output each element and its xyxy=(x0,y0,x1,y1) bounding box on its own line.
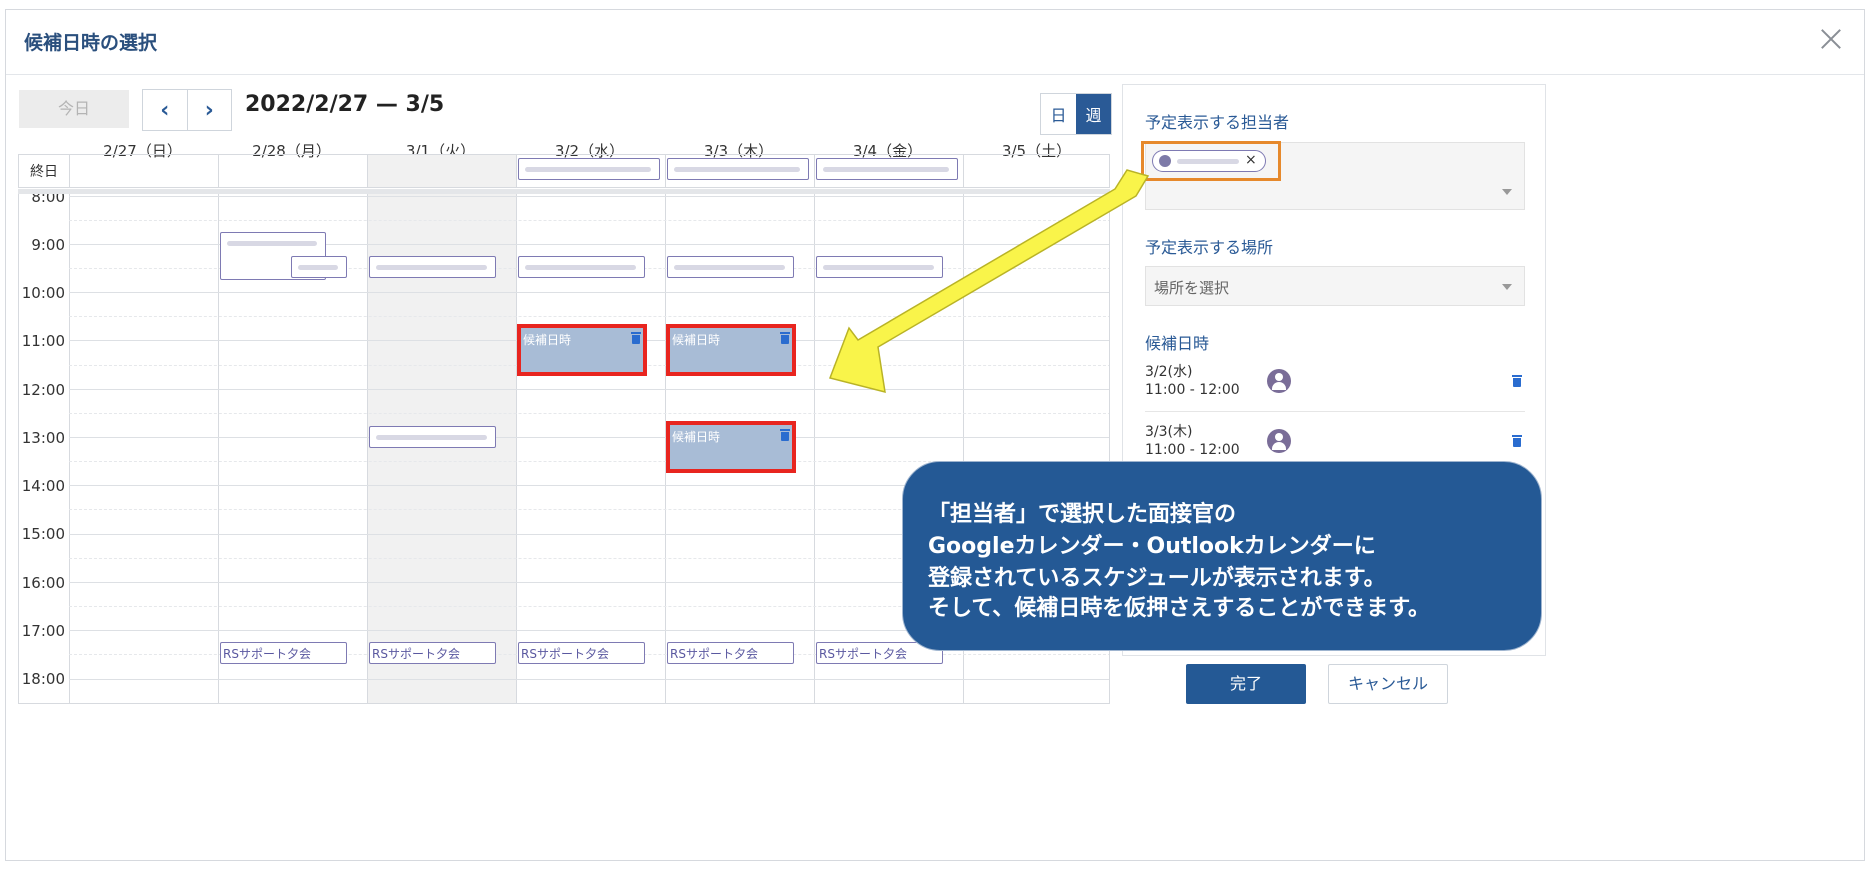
week-navigation: ‹ › xyxy=(142,89,232,131)
dialog-header: 候補日時の選択 xyxy=(6,10,1864,75)
candidate-slot[interactable]: 候補日時 xyxy=(666,421,796,473)
calendar-event[interactable]: RSサポート夕会 xyxy=(667,642,794,664)
candidate-slot[interactable]: 候補日時 xyxy=(666,324,796,376)
day-view-button[interactable]: 日 xyxy=(1041,94,1076,134)
cancel-button[interactable]: キャンセル xyxy=(1328,664,1448,704)
trash-icon[interactable] xyxy=(780,429,790,441)
candidate-item: 3/2(水) 11:00 - 12:00 xyxy=(1145,363,1525,415)
location-select[interactable]: 場所を選択 xyxy=(1145,266,1525,306)
candidate-slot-label: 候補日時 xyxy=(523,333,572,347)
close-icon[interactable] xyxy=(1816,24,1846,54)
callout-line: Googleカレンダー・Outlookカレンダーに xyxy=(928,534,1376,559)
caret-down-icon xyxy=(1502,284,1512,290)
calendar-event[interactable] xyxy=(518,256,645,278)
remove-chip-icon[interactable]: × xyxy=(1245,152,1257,168)
calendar-event[interactable] xyxy=(816,256,943,278)
calendar-event[interactable] xyxy=(667,256,794,278)
next-week-button[interactable]: › xyxy=(186,90,232,130)
time-label: 12:00 xyxy=(21,381,65,399)
caret-down-icon xyxy=(1502,189,1512,195)
annotation-callout: 「担当者」で選択した面接官の Googleカレンダー・Outlookカレンダーに… xyxy=(902,461,1542,651)
candidate-slot[interactable]: 候補日時 xyxy=(517,324,647,376)
time-label: 15:00 xyxy=(21,525,65,543)
user-avatar-icon xyxy=(1267,369,1291,393)
view-toggle: 日 週 xyxy=(1040,93,1112,135)
time-label: 13:00 xyxy=(21,429,65,447)
prev-week-button[interactable]: ‹ xyxy=(143,90,187,130)
dialog-title: 候補日時の選択 xyxy=(24,32,158,54)
all-day-row: 終日 xyxy=(18,154,1110,188)
assignee-chip[interactable]: × xyxy=(1152,150,1266,172)
candidate-datetime: 3/3(木) 11:00 - 12:00 xyxy=(1145,424,1240,458)
candidate-slot-label: 候補日時 xyxy=(672,333,721,347)
time-label: 9:00 xyxy=(31,236,65,254)
calendar-event[interactable]: RSサポート夕会 xyxy=(518,642,645,664)
all-day-event[interactable] xyxy=(667,158,809,180)
chevron-right-icon: › xyxy=(204,97,214,123)
time-label: 16:00 xyxy=(21,574,65,592)
all-day-label: 終日 xyxy=(30,164,58,180)
calendar-event[interactable] xyxy=(291,256,347,278)
calendar-event[interactable]: RSサポート夕会 xyxy=(369,642,496,664)
calendar-event[interactable] xyxy=(369,256,496,278)
location-label: 予定表示する場所 xyxy=(1145,238,1274,257)
today-button[interactable]: 今日 xyxy=(19,90,129,128)
assignee-highlight: × xyxy=(1141,141,1281,181)
user-avatar-icon xyxy=(1267,429,1291,453)
week-view-button[interactable]: 週 xyxy=(1076,94,1111,134)
candidates-label: 候補日時 xyxy=(1145,334,1210,353)
calendar-event[interactable] xyxy=(369,426,496,448)
trash-icon[interactable] xyxy=(1512,435,1522,447)
trash-icon[interactable] xyxy=(631,332,641,344)
all-day-event[interactable] xyxy=(816,158,958,180)
trash-icon[interactable] xyxy=(1512,375,1522,387)
callout-line: そして、候補日時を仮押さえすることができます。 xyxy=(928,596,1431,621)
location-placeholder: 場所を選択 xyxy=(1154,279,1230,297)
date-range-title: 2022/2/27 — 3/5 xyxy=(245,92,445,117)
time-label: 10:00 xyxy=(21,284,65,302)
candidate-datetime: 3/2(水) 11:00 - 12:00 xyxy=(1145,364,1240,398)
time-label: 14:00 xyxy=(21,477,65,495)
all-day-event[interactable] xyxy=(518,158,660,180)
time-label: 18:00 xyxy=(21,670,65,688)
chevron-left-icon: ‹ xyxy=(160,97,170,123)
user-dot-icon xyxy=(1159,155,1171,167)
callout-line: 「担当者」で選択した面接官の xyxy=(928,502,1237,527)
assignee-label: 予定表示する担当者 xyxy=(1145,113,1290,132)
trash-icon[interactable] xyxy=(780,332,790,344)
time-label: 11:00 xyxy=(21,332,65,350)
candidate-slot-label: 候補日時 xyxy=(672,430,721,444)
done-button[interactable]: 完了 xyxy=(1186,664,1306,704)
callout-line: 登録されているスケジュールが表示されます。 xyxy=(928,566,1386,591)
time-label: 8:00 xyxy=(31,194,65,206)
time-label: 17:00 xyxy=(21,622,65,640)
calendar-event[interactable]: RSサポート夕会 xyxy=(220,642,347,664)
